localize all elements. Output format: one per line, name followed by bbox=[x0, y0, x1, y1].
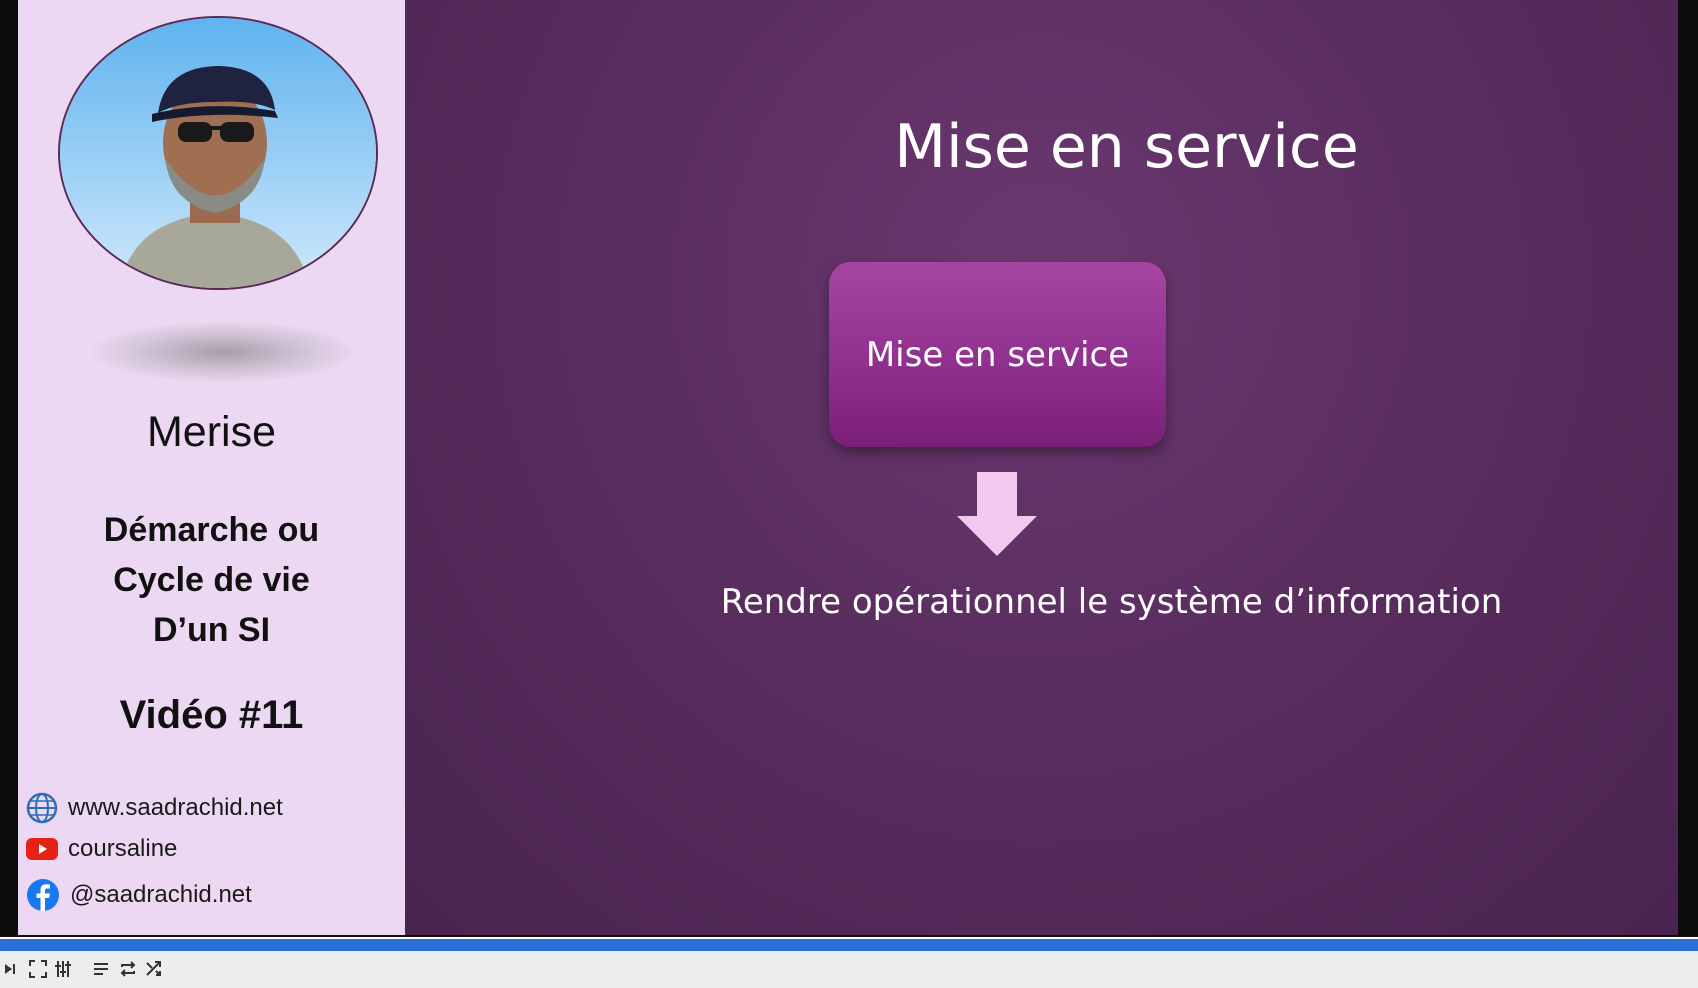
shuffle-icon[interactable] bbox=[143, 958, 165, 980]
description-line: D’un SI bbox=[152, 611, 271, 649]
step-box-label: Mise en service bbox=[865, 334, 1130, 375]
course-title: Merise bbox=[146, 408, 277, 456]
fullscreen-icon[interactable] bbox=[27, 958, 49, 980]
playlist-icon[interactable] bbox=[91, 958, 113, 980]
globe-icon bbox=[26, 792, 58, 824]
youtube-link[interactable]: coursaline bbox=[26, 835, 177, 863]
frame-edge bbox=[1678, 0, 1698, 935]
avatar-shadow bbox=[93, 322, 353, 382]
website-text: www.saadrachid.net bbox=[68, 794, 283, 821]
website-link[interactable]: www.saadrachid.net bbox=[26, 792, 283, 824]
video-frame[interactable]: Merise Démarche ou Cycle de vie D’un SI … bbox=[0, 0, 1698, 935]
slide: Mise en service Mise en service Rendre o… bbox=[405, 0, 1678, 935]
course-description: Démarche ou Cycle de vie D’un SI bbox=[18, 505, 405, 655]
sidebar-panel: Merise Démarche ou Cycle de vie D’un SI … bbox=[18, 0, 407, 935]
next-icon[interactable] bbox=[0, 958, 22, 980]
avatar bbox=[58, 16, 378, 290]
youtube-text: coursaline bbox=[68, 835, 178, 862]
player-controls bbox=[0, 951, 1698, 988]
settings-icon[interactable] bbox=[52, 958, 74, 980]
step-box: Mise en service bbox=[829, 262, 1166, 447]
description-line: Démarche ou bbox=[103, 511, 320, 549]
facebook-link[interactable]: @saadrachid.net bbox=[26, 878, 252, 912]
loop-icon[interactable] bbox=[117, 958, 139, 980]
slide-subtext: Rendre opérationnel le système d’informa… bbox=[720, 582, 1503, 622]
progress-bar[interactable] bbox=[0, 937, 1698, 951]
video-number: Vidéo #11 bbox=[119, 693, 304, 737]
youtube-icon bbox=[26, 837, 58, 861]
facebook-icon bbox=[26, 878, 60, 912]
slide-title: Mise en service bbox=[894, 112, 1359, 182]
description-line: Cycle de vie bbox=[113, 561, 310, 599]
down-arrow-icon bbox=[955, 472, 1039, 562]
facebook-text: @saadrachid.net bbox=[70, 881, 252, 908]
